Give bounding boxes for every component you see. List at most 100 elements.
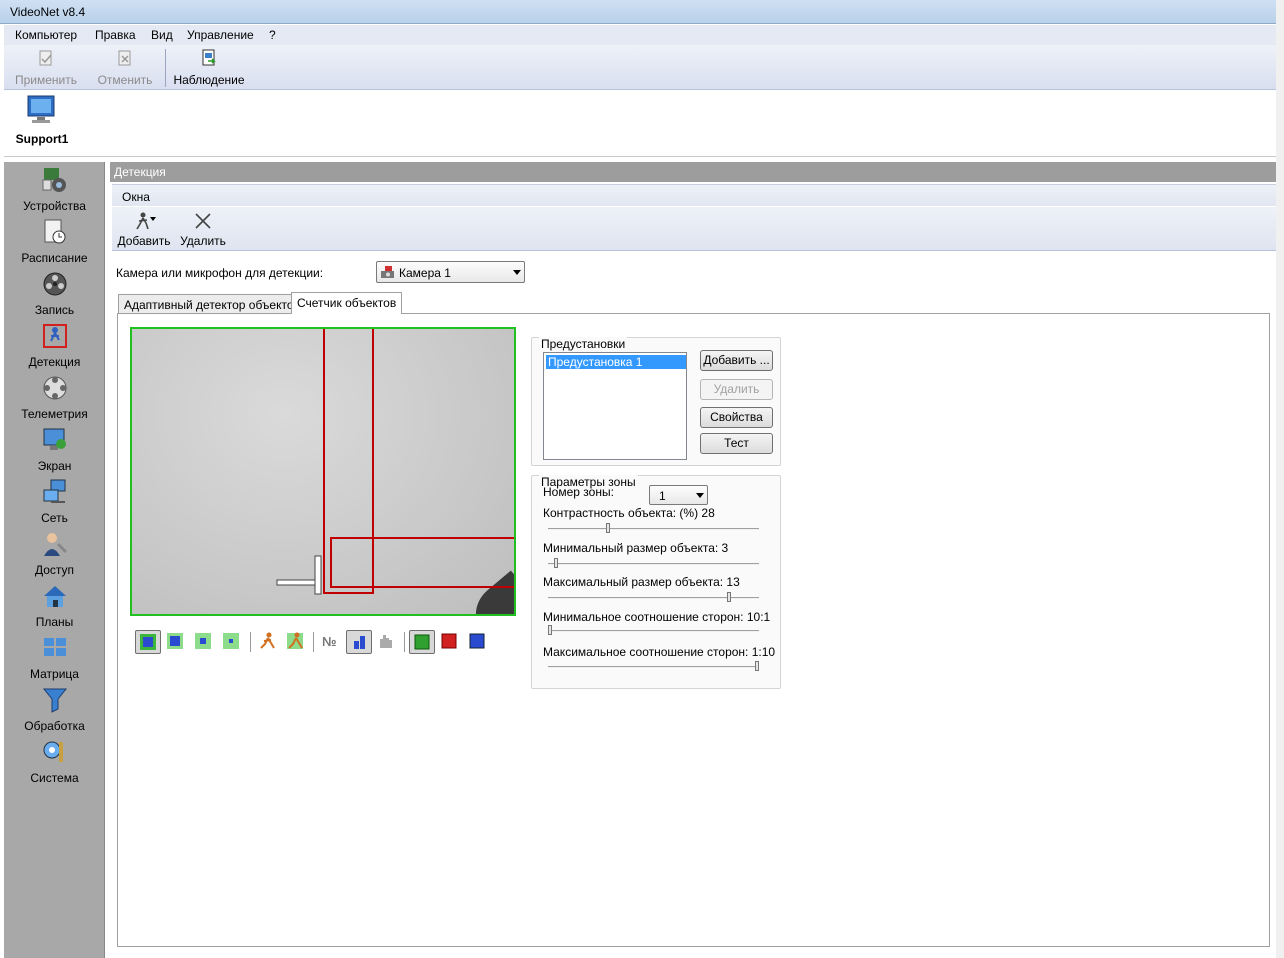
menu-edit[interactable]: Правка bbox=[95, 28, 136, 42]
nav-network[interactable]: Сеть bbox=[4, 478, 105, 525]
max-size-slider[interactable] bbox=[548, 592, 759, 603]
svg-text:№: № bbox=[322, 634, 337, 649]
max-aspect-thumb[interactable] bbox=[755, 661, 759, 671]
min-aspect-thumb[interactable] bbox=[548, 625, 552, 635]
zone-mode-small-button[interactable] bbox=[219, 630, 245, 654]
chevron-down-icon bbox=[696, 493, 704, 498]
nav-record[interactable]: Запись bbox=[4, 270, 105, 317]
video-toolbar-separator bbox=[250, 632, 251, 652]
test-preset-button[interactable]: Тест bbox=[700, 433, 773, 454]
add-preset-button[interactable]: Добавить ... bbox=[700, 350, 773, 371]
color-blue-button[interactable] bbox=[465, 630, 491, 654]
windows-menu-bar: Окна bbox=[112, 184, 1276, 206]
min-aspect-slider[interactable] bbox=[548, 625, 759, 636]
running-person-zone-button[interactable] bbox=[283, 630, 309, 654]
contrast-label: Контрастность объекта: (%) 28 bbox=[543, 506, 715, 520]
toolbar-separator bbox=[165, 49, 166, 87]
menu-view[interactable]: Вид bbox=[151, 28, 173, 42]
zone-mode-large-button[interactable] bbox=[163, 630, 189, 654]
nav-processing[interactable]: Обработка bbox=[4, 686, 105, 733]
computer-icon bbox=[27, 95, 55, 123]
zone-large-icon bbox=[167, 633, 183, 649]
color-red-button[interactable] bbox=[437, 630, 463, 654]
zone-mode-full-button[interactable] bbox=[135, 630, 161, 654]
color-green-button[interactable] bbox=[409, 630, 435, 654]
panel-title-bar: Детекция bbox=[110, 162, 1276, 182]
presets-list[interactable]: Предустановка 1 bbox=[543, 352, 687, 460]
max-size-label: Максимальный размер объекта: 13 bbox=[543, 575, 740, 589]
nav-schedule[interactable]: Расписание bbox=[4, 218, 105, 265]
nav-detection-label: Детекция bbox=[28, 355, 81, 369]
video-preview[interactable] bbox=[130, 327, 516, 616]
presets-group: Предустановки Предустановка 1 Добавить .… bbox=[531, 337, 781, 466]
menu-windows[interactable]: Окна bbox=[122, 190, 150, 204]
running-person-button[interactable] bbox=[255, 630, 281, 654]
max-aspect-slider[interactable] bbox=[548, 661, 759, 672]
zone-overlay bbox=[276, 329, 516, 595]
nav-detection[interactable]: Детекция bbox=[4, 322, 105, 369]
contrast-track bbox=[548, 528, 759, 530]
max-size-thumb[interactable] bbox=[727, 592, 731, 602]
apply-button[interactable]: Применить bbox=[14, 49, 78, 87]
zone-small-icon bbox=[223, 633, 239, 649]
camera-select[interactable]: Камера 1 bbox=[376, 261, 525, 283]
computer-support1[interactable]: Support1 bbox=[14, 95, 70, 146]
menu-computer[interactable]: Компьютер bbox=[15, 28, 77, 42]
min-size-slider[interactable] bbox=[548, 558, 759, 569]
tab-adaptive-detector[interactable]: Адаптивный детектор объектов bbox=[118, 294, 306, 314]
zone-mode-medium-button[interactable] bbox=[191, 630, 217, 654]
nav-plans[interactable]: Планы bbox=[4, 582, 105, 629]
nav-screen[interactable]: Экран bbox=[4, 426, 105, 473]
plans-house-icon bbox=[43, 586, 66, 607]
nav-schedule-label: Расписание bbox=[21, 251, 88, 265]
size-marker-button[interactable] bbox=[346, 630, 372, 654]
preset-item[interactable]: Предустановка 1 bbox=[546, 355, 686, 369]
object-counter-page: № Предустановки Предустановка 1 Добавить… bbox=[117, 313, 1270, 947]
tab-object-counter[interactable]: Счетчик объектов bbox=[291, 292, 403, 314]
size-marker-icon bbox=[354, 636, 365, 649]
menu-manage[interactable]: Управление bbox=[187, 28, 254, 42]
monitoring-label: Наблюдение bbox=[173, 73, 245, 87]
apply-icon bbox=[39, 50, 52, 66]
monitoring-button[interactable]: Наблюдение bbox=[172, 49, 246, 87]
min-size-thumb[interactable] bbox=[554, 558, 558, 568]
nav-telemetry-label: Телеметрия bbox=[21, 407, 88, 421]
nav-plans-label: Планы bbox=[35, 615, 74, 629]
zone-number-select[interactable]: 1 bbox=[649, 485, 708, 505]
zone-number-label: Номер зоны: bbox=[543, 485, 614, 499]
delete-x-icon bbox=[195, 213, 211, 229]
nav-devices[interactable]: Устройства bbox=[4, 166, 105, 213]
menu-help[interactable]: ? bbox=[269, 28, 276, 42]
camera-device-icon bbox=[42, 168, 66, 192]
nav-access[interactable]: Доступ bbox=[4, 530, 105, 577]
add-detector-button[interactable]: Добавить bbox=[116, 211, 172, 248]
system-gear-icon bbox=[43, 741, 63, 762]
video-toolbar-separator-3 bbox=[404, 632, 405, 652]
nav-matrix[interactable]: Матрица bbox=[4, 634, 105, 681]
size-marker-horizontal[interactable] bbox=[276, 579, 318, 586]
chevron-down-icon bbox=[513, 270, 521, 275]
nav-telemetry[interactable]: Телеметрия bbox=[4, 374, 105, 421]
number-button[interactable]: № bbox=[318, 630, 344, 654]
zone-rect-horizontal[interactable] bbox=[330, 537, 516, 588]
nav-processing-label: Обработка bbox=[24, 719, 85, 733]
green-square-icon bbox=[414, 634, 430, 650]
cancel-button[interactable]: Отменить bbox=[94, 49, 156, 87]
computer-strip: Support1 bbox=[4, 91, 1276, 157]
zone-params-group: Параметры зоны Номер зоны: 1 Контрастнос… bbox=[531, 475, 781, 689]
contrast-thumb[interactable] bbox=[606, 523, 610, 533]
delete-detector-button[interactable]: Удалить bbox=[180, 211, 226, 248]
camera-icon bbox=[381, 266, 394, 278]
delete-preset-button[interactable]: Удалить bbox=[700, 379, 773, 400]
preset-properties-button[interactable]: Свойства bbox=[700, 407, 773, 428]
zone-medium-icon bbox=[195, 633, 211, 649]
nav-system[interactable]: Система bbox=[4, 738, 105, 785]
computer-name: Support1 bbox=[15, 132, 69, 146]
add-detector-icon bbox=[136, 212, 156, 230]
main-toolbar: Применить Отменить Наблюдение bbox=[4, 45, 1276, 90]
min-size-track bbox=[548, 563, 759, 565]
min-size-label: Минимальный размер объекта: 3 bbox=[543, 541, 729, 555]
contrast-slider[interactable] bbox=[548, 523, 759, 534]
size-marker-vertical[interactable] bbox=[314, 555, 322, 595]
hand-button[interactable] bbox=[374, 630, 400, 654]
